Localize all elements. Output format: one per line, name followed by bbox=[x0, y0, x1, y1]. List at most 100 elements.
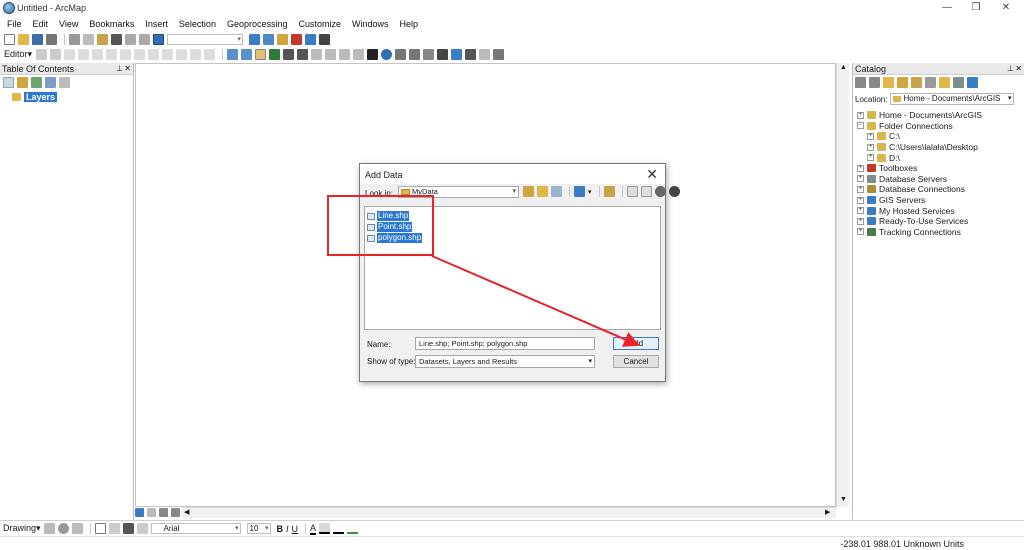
catalog-tree-item[interactable]: + C:\Users\lalala\Desktop bbox=[857, 142, 982, 153]
underline-button[interactable]: U bbox=[292, 524, 299, 534]
open-icon[interactable] bbox=[18, 34, 29, 45]
location-combo[interactable]: Home - Documents\ArcGIS ▾ bbox=[890, 93, 1015, 105]
toggle-contents-panel-icon[interactable] bbox=[551, 186, 562, 197]
rotate-icon[interactable] bbox=[162, 49, 174, 60]
toggle-contents-icon[interactable] bbox=[925, 76, 936, 88]
menu-view[interactable]: View bbox=[52, 17, 82, 32]
fixed-zoom-in-icon[interactable] bbox=[283, 49, 295, 60]
expand-icon[interactable]: + bbox=[857, 111, 864, 119]
data-view-icon[interactable] bbox=[135, 508, 144, 517]
zoom-whole-page-icon[interactable] bbox=[71, 523, 83, 534]
edit-vertices-icon[interactable] bbox=[106, 49, 118, 60]
catalog-tree-item[interactable]: + Toolboxes bbox=[857, 163, 982, 174]
collapse-icon[interactable]: − bbox=[857, 122, 864, 130]
cancel-button[interactable]: Cancel bbox=[613, 355, 659, 368]
zoom-in-icon[interactable] bbox=[227, 49, 239, 60]
back-icon[interactable] bbox=[855, 76, 866, 88]
reshape-icon[interactable] bbox=[120, 49, 132, 60]
cut-icon[interactable] bbox=[69, 34, 80, 45]
select-elements-icon[interactable] bbox=[367, 49, 379, 60]
redo-icon[interactable] bbox=[139, 34, 150, 45]
identify-icon[interactable] bbox=[381, 49, 393, 60]
new-folder-icon[interactable] bbox=[626, 186, 638, 197]
editor-toolbar-icon[interactable] bbox=[249, 34, 260, 45]
edit-tool-icon[interactable] bbox=[36, 49, 48, 60]
view-options-icon[interactable] bbox=[574, 186, 585, 197]
layout-view-icon[interactable] bbox=[147, 508, 156, 517]
connect-folder-icon[interactable] bbox=[911, 76, 922, 88]
expand-icon[interactable]: + bbox=[857, 164, 864, 172]
edit-vertices-icon[interactable] bbox=[136, 523, 148, 534]
rotate-icon[interactable] bbox=[57, 523, 69, 534]
catalog-tree-item[interactable]: + Ready-To-Use Services bbox=[857, 216, 982, 227]
layers-node[interactable]: Layers bbox=[12, 92, 58, 102]
expand-icon[interactable]: + bbox=[857, 196, 864, 204]
pin-icon[interactable]: ⊥ bbox=[1007, 63, 1014, 75]
create-features-icon[interactable] bbox=[204, 49, 216, 60]
add-data-icon[interactable] bbox=[153, 34, 164, 45]
pan-icon[interactable] bbox=[255, 49, 267, 60]
delete-icon[interactable] bbox=[111, 34, 122, 45]
chevron-down-icon[interactable]: ▾ bbox=[588, 188, 592, 196]
split-icon[interactable] bbox=[148, 49, 160, 60]
menu-edit[interactable]: Edit bbox=[26, 17, 53, 32]
fill-color-icon[interactable] bbox=[319, 523, 331, 534]
arctoolbox-icon[interactable] bbox=[291, 34, 302, 45]
map-scale-combo[interactable]: ▾ bbox=[167, 34, 243, 45]
add-button[interactable]: Add bbox=[613, 337, 659, 350]
show-of-type-select[interactable]: Datasets, Layers and Results ▾ bbox=[415, 355, 595, 368]
html-popup-icon[interactable] bbox=[409, 49, 421, 60]
options-icon[interactable] bbox=[59, 76, 70, 88]
go-to-xy-icon[interactable] bbox=[465, 49, 477, 60]
database-connect-icon[interactable] bbox=[654, 186, 666, 197]
expand-icon[interactable]: + bbox=[857, 207, 864, 215]
model-builder-icon[interactable] bbox=[319, 34, 330, 45]
up-one-level-icon[interactable] bbox=[523, 186, 534, 197]
go-forward-icon[interactable] bbox=[325, 49, 337, 60]
menu-insert[interactable]: Insert bbox=[138, 17, 172, 32]
server-connect-icon[interactable] bbox=[668, 186, 680, 197]
scroll-down-icon[interactable]: ▼ bbox=[840, 496, 847, 503]
bold-button[interactable]: B bbox=[277, 524, 284, 534]
close-icon[interactable]: ✕ bbox=[1015, 63, 1022, 75]
minimize-button[interactable]: — bbox=[940, 2, 954, 14]
editor-menu[interactable]: Editor▾ bbox=[4, 49, 32, 60]
list-by-source-icon[interactable] bbox=[17, 76, 28, 88]
scroll-right-icon[interactable]: ▶ bbox=[825, 508, 830, 516]
expand-icon[interactable]: + bbox=[857, 175, 864, 183]
catalog-tree-item[interactable]: + D:\ bbox=[857, 152, 982, 163]
expand-icon[interactable]: + bbox=[867, 132, 874, 140]
time-slider-icon[interactable] bbox=[479, 49, 491, 60]
line-color-icon[interactable] bbox=[333, 523, 345, 534]
menu-customize[interactable]: Customize bbox=[292, 17, 346, 32]
print-icon[interactable] bbox=[46, 34, 57, 45]
rectangle-icon[interactable] bbox=[94, 523, 106, 534]
attributes-icon[interactable] bbox=[176, 49, 188, 60]
menu-bookmarks[interactable]: Bookmarks bbox=[82, 17, 138, 32]
catalog-tree-item[interactable]: + Database Connections bbox=[857, 184, 982, 195]
hyperlink-icon[interactable] bbox=[395, 49, 407, 60]
find-route-icon[interactable] bbox=[451, 49, 463, 60]
clear-selection-icon[interactable] bbox=[353, 49, 365, 60]
straight-segment-icon[interactable] bbox=[64, 49, 76, 60]
pause-drawing-icon[interactable] bbox=[171, 508, 180, 517]
list-by-selection-icon[interactable] bbox=[45, 76, 56, 88]
font-name-combo[interactable]: Arial ▾ bbox=[150, 523, 241, 534]
search-icon[interactable] bbox=[967, 76, 978, 88]
new-folder-icon[interactable] bbox=[939, 76, 950, 88]
create-viewer-window-icon[interactable] bbox=[493, 49, 505, 60]
name-input[interactable]: Line.shp; Point.shp; polygon.shp bbox=[415, 337, 595, 350]
pin-icon[interactable]: ⊥ bbox=[116, 63, 123, 75]
sketch-properties-icon[interactable] bbox=[190, 49, 202, 60]
expand-icon[interactable]: + bbox=[857, 217, 864, 225]
catalog-tree-item[interactable]: + Home - Documents\ArcGIS bbox=[857, 110, 982, 121]
up-one-level-icon[interactable] bbox=[897, 76, 908, 88]
catalog-window-icon[interactable] bbox=[277, 34, 288, 45]
menu-windows[interactable]: Windows bbox=[345, 17, 393, 32]
menu-file[interactable]: File bbox=[0, 17, 26, 32]
list-by-drawing-order-icon[interactable] bbox=[3, 76, 14, 88]
edit-annotation-icon[interactable] bbox=[50, 49, 62, 60]
restore-button[interactable]: ❐ bbox=[969, 2, 983, 14]
close-window-button[interactable]: ✕ bbox=[999, 2, 1013, 14]
trace-icon[interactable] bbox=[92, 49, 104, 60]
